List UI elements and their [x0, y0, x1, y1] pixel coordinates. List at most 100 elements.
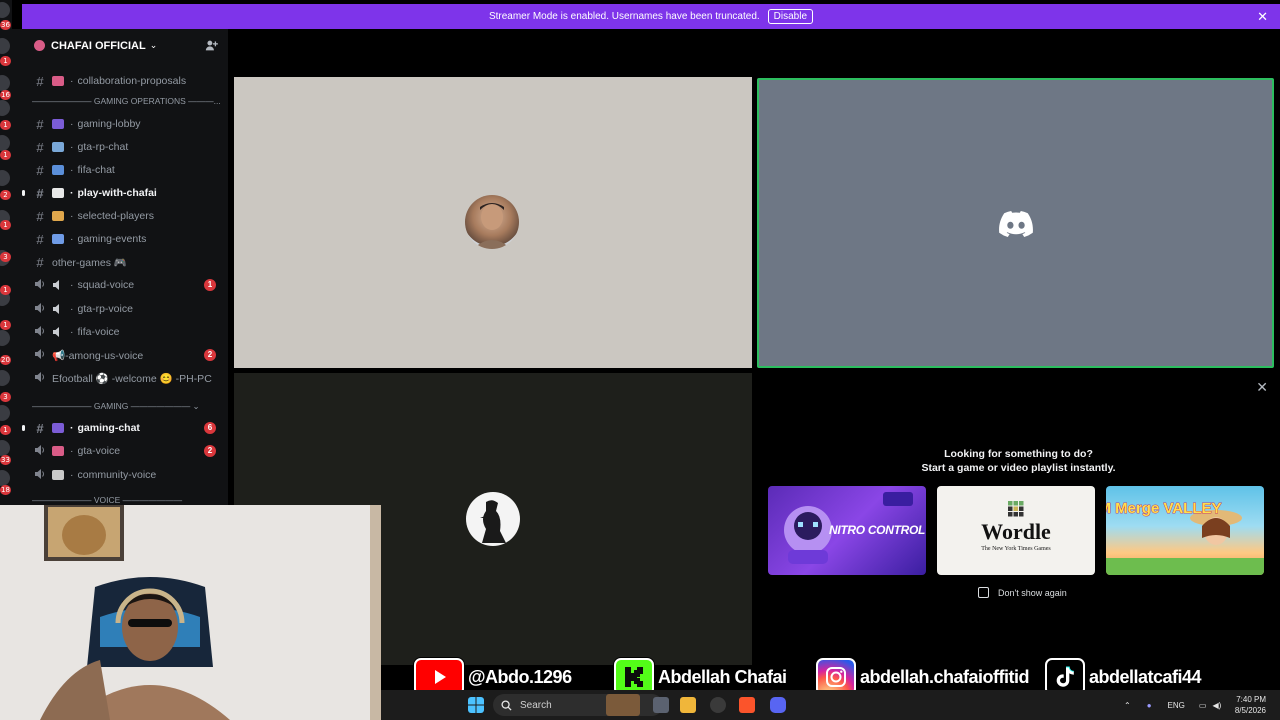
windows-start-icon[interactable] — [468, 697, 484, 713]
server-icon[interactable] — [0, 440, 10, 456]
close-icon[interactable]: ✕ — [1257, 9, 1268, 25]
channel-item[interactable]: # · collaboration-proposals — [32, 71, 222, 91]
server-icon[interactable] — [0, 170, 10, 186]
channel-label: gta-voice — [77, 445, 121, 457]
brave-icon[interactable] — [739, 697, 755, 713]
channel-item[interactable]: 📢-among-us-voice 2 — [32, 345, 222, 365]
server-icon[interactable] — [0, 2, 10, 18]
text-channel-icon: # — [36, 420, 44, 436]
server-mention-badge: 1 — [0, 425, 11, 435]
channel-item[interactable]: · squad-voice 1 — [32, 275, 222, 295]
separator-dot: · — [70, 210, 74, 222]
add-member-icon[interactable] — [205, 39, 218, 52]
streamer-mode-banner: Streamer Mode is enabled. Usernames have… — [22, 4, 1280, 29]
voice-channel-icon — [32, 325, 48, 340]
server-icon[interactable] — [0, 470, 10, 486]
webcam-overlay — [0, 505, 381, 720]
screen: 36 1 16 1 1 2 1 3 1 1 20 3 1 33 18 Streamer Mode is en… — [0, 0, 1280, 720]
text-channel-icon: # — [36, 185, 44, 201]
server-mention-badge: 3 — [0, 252, 11, 262]
activity-card-wordle[interactable]: Wordle The New York Times Games — [937, 486, 1095, 575]
channel-item[interactable]: Efootball ⚽ -welcome 😊 -PH-PC — [32, 368, 222, 388]
channel-item[interactable]: # · gaming-events — [32, 229, 222, 249]
speaker-emoji-icon — [52, 327, 64, 337]
search-label: Search — [520, 699, 552, 711]
server-mention-badge: 16 — [0, 90, 11, 100]
channel-item[interactable]: · gta-voice 2 — [32, 441, 222, 461]
file-explorer-icon[interactable] — [680, 697, 696, 713]
network-icon[interactable]: ▭ — [1199, 701, 1207, 710]
channel-emoji-icon — [52, 76, 64, 86]
dont-show-again-label: Don't show again — [998, 587, 1067, 598]
channel-category[interactable]: ——————— GAMING ——————— ⌄ — [32, 401, 222, 415]
channel-label: gaming-lobby — [77, 118, 141, 130]
channel-item[interactable]: # · gaming-lobby — [32, 114, 222, 134]
channel-item[interactable]: # other-games 🎮 — [32, 252, 222, 272]
channel-item[interactable]: # · gta-rp-chat — [32, 137, 222, 157]
channel-emoji-icon — [52, 423, 64, 433]
task-view-icon[interactable] — [653, 697, 669, 713]
text-channel-icon: # — [36, 162, 44, 178]
activity-card-farm-merge-valley[interactable]: FARM Merge VALLEY — [1106, 486, 1264, 575]
close-icon[interactable]: ✕ — [1256, 379, 1268, 396]
server-icon[interactable] — [0, 38, 10, 54]
server-icon[interactable] — [0, 370, 10, 386]
volume-icon[interactable]: ◀) — [1212, 701, 1221, 710]
text-channel-icon: # — [36, 73, 44, 89]
channel-item[interactable]: # · selected-players — [32, 206, 222, 226]
instagram-text: abdellah.chafaioffitid — [859, 666, 1030, 687]
avatar — [465, 195, 519, 249]
wordle-grid-icon — [1008, 501, 1024, 517]
channel-category[interactable]: ——————— GAMING OPERATIONS ———... — [32, 96, 222, 110]
card-title: NITRO CONTROL — [828, 523, 926, 537]
channel-item[interactable]: # · play-with-chafai — [22, 183, 222, 203]
channel-item[interactable]: · community-voice — [32, 465, 222, 485]
channel-label: other-games 🎮 — [52, 256, 127, 269]
dont-show-again-checkbox[interactable] — [978, 587, 989, 598]
server-name: CHAFAI OFFICIAL — [51, 39, 146, 52]
channel-item[interactable]: · fifa-voice — [32, 322, 222, 342]
server-mention-badge: 1 — [0, 56, 11, 66]
channel-label: play-with-chafai — [77, 187, 157, 199]
video-tile-user-2[interactable] — [757, 78, 1274, 368]
server-mention-badge: 1 — [0, 320, 11, 330]
separator-dot: · — [70, 118, 74, 130]
disable-streamer-mode-button[interactable]: Disable — [767, 9, 814, 24]
server-icon[interactable] — [0, 75, 10, 91]
text-channel-icon: # — [36, 254, 44, 270]
channel-label: community-voice — [77, 469, 157, 481]
channel-sidebar: CHAFAI OFFICIAL ⌄ # · collaboration-propos… — [12, 29, 228, 505]
server-icon — [34, 40, 45, 51]
server-mention-badge: 18 — [0, 485, 11, 495]
channel-label: gaming-events — [77, 233, 147, 245]
channel-item[interactable]: # · fifa-chat — [32, 160, 222, 180]
channel-category[interactable]: ——————— VOICE ——————— — [32, 495, 222, 505]
channel-emoji-icon — [52, 446, 64, 456]
microphone-icon[interactable]: ● — [1147, 701, 1152, 710]
channel-item[interactable]: # · gaming-chat 6 — [22, 418, 222, 438]
separator-dot: · — [70, 422, 74, 434]
language-indicator[interactable]: ENG — [1168, 701, 1185, 710]
server-icon[interactable] — [0, 100, 10, 116]
channel-label: gta-rp-chat — [77, 141, 129, 153]
server-icon[interactable] — [0, 330, 10, 346]
activity-card-nitro-control[interactable]: NITRO CONTROL — [768, 486, 926, 575]
clock[interactable]: 7:40 PM 8/5/2026 — [1235, 694, 1266, 716]
server-icon[interactable] — [0, 405, 10, 421]
discord-logo-icon — [999, 211, 1033, 237]
server-mention-badge: 36 — [0, 20, 11, 30]
voice-channel-icon — [32, 444, 48, 459]
voice-channel-icon — [32, 348, 48, 363]
card-subtitle: The New York Times Games — [981, 546, 1051, 552]
tray-overflow-icon[interactable]: ⌃ — [1124, 701, 1131, 710]
speaker-emoji-icon — [52, 304, 64, 314]
channel-emoji-icon — [52, 119, 64, 129]
chrome-icon[interactable] — [710, 697, 726, 713]
server-header[interactable]: CHAFAI OFFICIAL ⌄ — [12, 29, 228, 62]
channel-item[interactable]: · gta-rp-voice — [32, 299, 222, 319]
server-icon[interactable] — [0, 135, 10, 151]
discord-icon[interactable] — [770, 697, 786, 713]
dont-show-again-row[interactable]: Don't show again — [978, 587, 1067, 598]
voice-channel-icon — [32, 468, 48, 483]
video-tile-user-1[interactable] — [234, 77, 752, 368]
